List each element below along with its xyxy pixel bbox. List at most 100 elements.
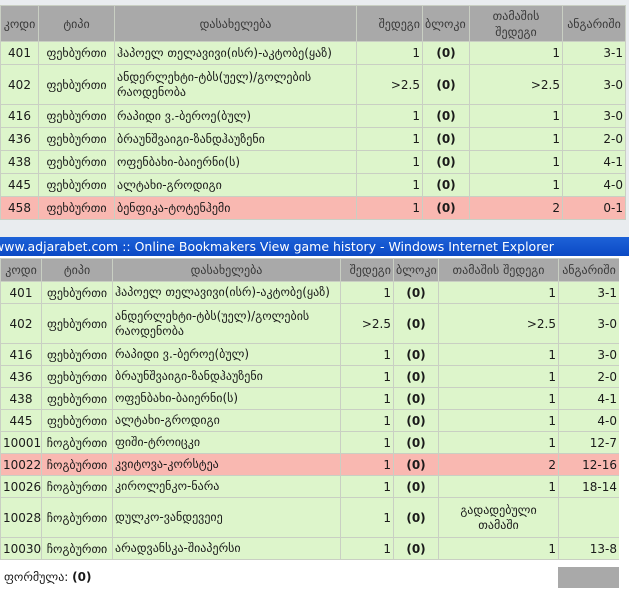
- cell-score: 12-16: [558, 453, 620, 476]
- window-title-bar[interactable]: www.adjarabet.com :: Online Bookmakers V…: [0, 237, 629, 256]
- table-row: 401 ფეხბურთი ჰაპოელ თელავივი(ისრ)-აკტობე(ყ…: [0, 281, 620, 304]
- cell-name: ბრაუნშვაიგი-ზანდჰაუზენი: [112, 365, 341, 388]
- cell-code: 416: [0, 104, 39, 128]
- cell-block: (0): [422, 150, 470, 174]
- cell-result: 1: [356, 41, 423, 65]
- table-row: 436 ფეხბურთი ბრაუნშვაიგი-ზანდჰაუზენი 1 (0) 1 2…: [0, 127, 626, 151]
- cell-type: ჩოგბურთი: [41, 431, 113, 454]
- cell-block: (0): [393, 431, 439, 454]
- cell-block: (0): [393, 365, 439, 388]
- cell-score: [558, 497, 620, 538]
- lower-history-table: კოდი ტიპი დასახელება შედეგი ბლოკი თამაში…: [0, 258, 620, 560]
- cell-name: ფიში-ტროიცკი: [112, 431, 341, 454]
- table-row: 445 ფეხბურთი ალტახი-გროდიგი 1 (0) 1 4-0: [0, 173, 626, 197]
- right-edge: [619, 258, 629, 594]
- cell-type: ფეხბურთი: [38, 41, 115, 65]
- table-row: 10022 ჩოგბურთი კვიტოვა-კორსტეა 1 (0) 2 12-16: [0, 453, 620, 476]
- cell-type: ჩოგბურთი: [41, 497, 113, 538]
- cell-name: ჰაპოელ თელავივი(ისრ)-აკტობე(ყაზ): [112, 281, 341, 304]
- cell-game-result: 1: [438, 365, 559, 388]
- cell-result: 1: [340, 475, 394, 498]
- cell-type: ფეხბურთი: [38, 104, 115, 128]
- cell-name: ოფენბახი-ბაიერნი(ს): [112, 387, 341, 410]
- cell-name: ანდერლეხტი-ტბს(უელ)/გოლების რაოდენობა: [114, 64, 357, 105]
- cell-block: (0): [422, 173, 470, 197]
- window-title: www.adjarabet.com :: Online Bookmakers V…: [0, 239, 554, 254]
- cell-game-result: 2: [469, 196, 563, 220]
- header-code: კოდი: [0, 258, 42, 282]
- cell-block: (0): [393, 343, 439, 366]
- table-row: 416 ფეხბურთი რაპიდი ვ.-ბეროე(ბულ) 1 (0) 1 3-0: [0, 104, 626, 128]
- header-game-result: თამაშის შედეგი: [438, 258, 559, 282]
- cell-game-result: გადადებული თამაში: [438, 497, 559, 538]
- cell-code: 10028: [0, 497, 42, 538]
- cell-block: (0): [393, 475, 439, 498]
- table-row: 10028 ჩოგბურთი დულკო-ვანდევეიე 1 (0) გადადებუ…: [0, 497, 620, 538]
- cell-game-result: 1: [438, 409, 559, 432]
- header-block: ბლოკი: [422, 5, 470, 42]
- cell-block: (0): [393, 453, 439, 476]
- cell-score: 18-14: [558, 475, 620, 498]
- table-row: 10026 ჩოგბურთი კიროლენკო-ნარა 1 (0) 1 18-14: [0, 475, 620, 498]
- cell-type: ფეხბურთი: [38, 64, 115, 105]
- cell-type: ჩოგბურთი: [41, 537, 113, 560]
- cell-score: 3-1: [562, 41, 626, 65]
- cell-code: 10030: [0, 537, 42, 560]
- cell-score: 12-7: [558, 431, 620, 454]
- cell-code: 402: [0, 64, 39, 105]
- cell-code: 10026: [0, 475, 42, 498]
- cell-score: 2-0: [558, 365, 620, 388]
- upper-header-row: კოდი ტიპი დასახელება შედეგი ბლოკი თამაში…: [0, 5, 626, 42]
- cell-type: ჩოგბურთი: [41, 475, 113, 498]
- cell-result: >2.5: [356, 64, 423, 105]
- table-row: 402 ფეხბურთი ანდერლეხტი-ტბს(უელ)/გოლების რ…: [0, 64, 626, 105]
- cell-result: 1: [340, 365, 394, 388]
- upper-history-table: კოდი ტიპი დასახელება შედეგი ბლოკი თამაში…: [0, 5, 626, 220]
- cell-type: ფეხბურთი: [41, 281, 113, 304]
- lower-header-row: კოდი ტიპი დასახელება შედეგი ბლოკი თამაში…: [0, 258, 620, 282]
- formula-score-cell: [558, 567, 619, 588]
- lower-table-body: 401 ფეხბურთი ჰაპოელ თელავივი(ისრ)-აკტობე(ყ…: [0, 281, 620, 560]
- cell-score: 4-1: [558, 387, 620, 410]
- cell-type: ფეხბურთი: [38, 127, 115, 151]
- cell-game-result: 1: [438, 387, 559, 410]
- cell-code: 402: [0, 303, 42, 344]
- cell-game-result: 1: [469, 41, 563, 65]
- header-game-result: თამაშის შედეგი: [469, 5, 563, 42]
- cell-type: ფეხბურთი: [41, 409, 113, 432]
- cell-block: (0): [393, 281, 439, 304]
- cell-code: 445: [0, 173, 39, 197]
- cell-game-result: 2: [438, 453, 559, 476]
- upper-table-body: 401 ფეხბურთი ჰაპოელ თელავივი(ისრ)-აკტობე(ყ…: [0, 41, 626, 220]
- cell-block: (0): [422, 64, 470, 105]
- cell-type: ფეხბურთი: [41, 303, 113, 344]
- cell-game-result: 1: [469, 127, 563, 151]
- table-row: 402 ფეხბურთი ანდერლეხტი-ტბს(უელ)/გოლების რ…: [0, 303, 620, 344]
- cell-code: 401: [0, 41, 39, 65]
- cell-block: (0): [422, 127, 470, 151]
- table-row: 416 ფეხბურთი რაპიდი ვ.-ბეროე(ბულ) 1 (0) 1 3-0: [0, 343, 620, 366]
- cell-name: კვიტოვა-კორსტეა: [112, 453, 341, 476]
- cell-name: ბრაუნშვაიგი-ზანდჰაუზენი: [114, 127, 357, 151]
- table-row: 436 ფეხბურთი ბრაუნშვაიგი-ზანდჰაუზენი 1 (0) 1 2…: [0, 365, 620, 388]
- cell-type: ფეხბურთი: [38, 173, 115, 197]
- header-result: შედეგი: [356, 5, 423, 42]
- cell-code: 438: [0, 150, 39, 174]
- cell-name: რაპიდი ვ.-ბეროე(ბულ): [112, 343, 341, 366]
- cell-result: 1: [356, 104, 423, 128]
- cell-type: ფეხბურთი: [41, 365, 113, 388]
- cell-score: 4-0: [562, 173, 626, 197]
- cell-type: ფეხბურთი: [41, 343, 113, 366]
- cell-code: 416: [0, 343, 42, 366]
- cell-game-result: >2.5: [438, 303, 559, 344]
- formula-label-text: ფორმულა:: [4, 570, 69, 584]
- header-result: შედეგი: [340, 258, 394, 282]
- cell-result: 1: [340, 387, 394, 410]
- header-code: კოდი: [0, 5, 39, 42]
- cell-name: დულკო-ვანდევეიე: [112, 497, 341, 538]
- table-row: 401 ფეხბურთი ჰაპოელ თელავივი(ისრ)-აკტობე(ყ…: [0, 41, 626, 65]
- cell-result: 1: [340, 431, 394, 454]
- cell-name: ანდერლეხტი-ტბს(უელ)/გოლების რაოდენობა: [112, 303, 341, 344]
- cell-code: 10022: [0, 453, 42, 476]
- cell-block: (0): [422, 104, 470, 128]
